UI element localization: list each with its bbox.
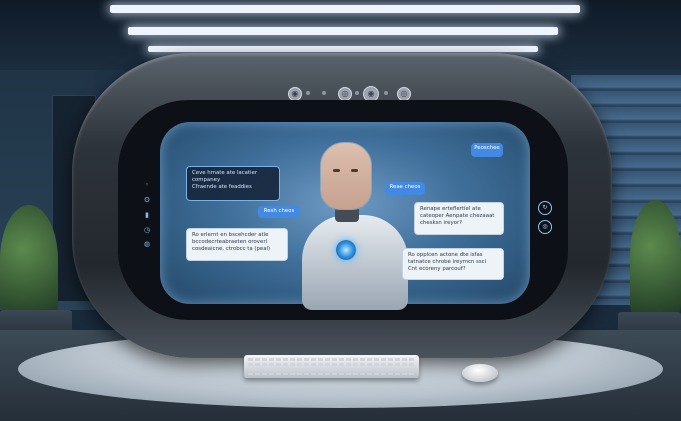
chat-label-top-right[interactable]: Peoschee <box>471 143 503 157</box>
chat-line: tatnatce chrobe ireymcn ssci <box>408 259 487 265</box>
robot-head <box>320 142 372 210</box>
chat-bubble-right-bottom: Ro opplcen actone dte isfas tatnatce chr… <box>402 248 504 280</box>
robot-eye <box>333 169 340 172</box>
chat-line: companey <box>192 177 221 183</box>
chat-line: Renape erteflertiel ate <box>420 206 481 212</box>
robot-torso <box>302 215 408 310</box>
chat-bubble-left-bottom: Ro erlernt en bscehcder atle bccodecrtea… <box>186 228 288 261</box>
chat-line: chesksn ireyor? <box>420 220 463 226</box>
chat-line: bccodecrteabraeten oroverl <box>192 239 268 245</box>
chat-label-center[interactable]: Reae cheos <box>385 182 425 195</box>
ceiling-light <box>110 5 580 13</box>
side-icon[interactable]: ◷ <box>143 226 151 234</box>
chat-line: cateoper Aenpate chezaaat <box>420 213 495 219</box>
ceiling-light <box>128 27 558 35</box>
chat-line: Ro opplcen actone dte isfas <box>408 252 483 258</box>
robot-eye <box>351 169 358 172</box>
chat-line: cosdeaicne, ctrobcc ta (peal) <box>192 246 271 252</box>
chat-line: Ceve hmate ate lacatier <box>192 170 258 176</box>
top-control-button[interactable]: ◎ <box>338 87 352 101</box>
top-control-button[interactable]: ◎ <box>397 87 411 101</box>
side-icon[interactable]: ◍ <box>143 240 151 248</box>
scene: ◉ ◎ ◉ ◎ ◦ ʘ ▮ ◷ ◍ ↻ ◎ Peoschee Ceve hmat… <box>0 0 681 421</box>
side-icon[interactable]: ▮ <box>143 211 151 219</box>
top-control-button[interactable]: ◉ <box>288 87 302 101</box>
mouse[interactable] <box>462 364 498 382</box>
indicator-dot <box>306 91 310 95</box>
indicator-dot <box>384 91 388 95</box>
indicator-dot <box>322 91 326 95</box>
robot-core-light <box>336 240 356 260</box>
chat-label-left[interactable]: Resh cheos <box>258 206 300 218</box>
indicator-dot <box>355 91 359 95</box>
side-button[interactable]: ↻ <box>538 201 552 215</box>
side-icon[interactable]: ʘ <box>143 196 151 204</box>
side-icon[interactable]: ◦ <box>143 181 151 189</box>
ceiling-light <box>148 46 538 52</box>
keyboard[interactable] <box>244 355 419 378</box>
chat-line: Ro erlernt en bscehcder atle <box>192 232 269 238</box>
keyboard-keys <box>248 358 415 375</box>
chat-bubble-left-top: Ceve hmate ate lacatier companey Cfraend… <box>186 166 280 201</box>
plant-left <box>0 205 58 315</box>
chat-bubble-right-top: Renape erteflertiel ate cateoper Aenpate… <box>414 202 504 235</box>
plant-right <box>630 200 681 315</box>
chat-line: Cnt ecoreny parcouf? <box>408 266 466 272</box>
chat-line: Cfraende ate feaddies <box>192 184 252 190</box>
side-button[interactable]: ◎ <box>538 220 552 234</box>
